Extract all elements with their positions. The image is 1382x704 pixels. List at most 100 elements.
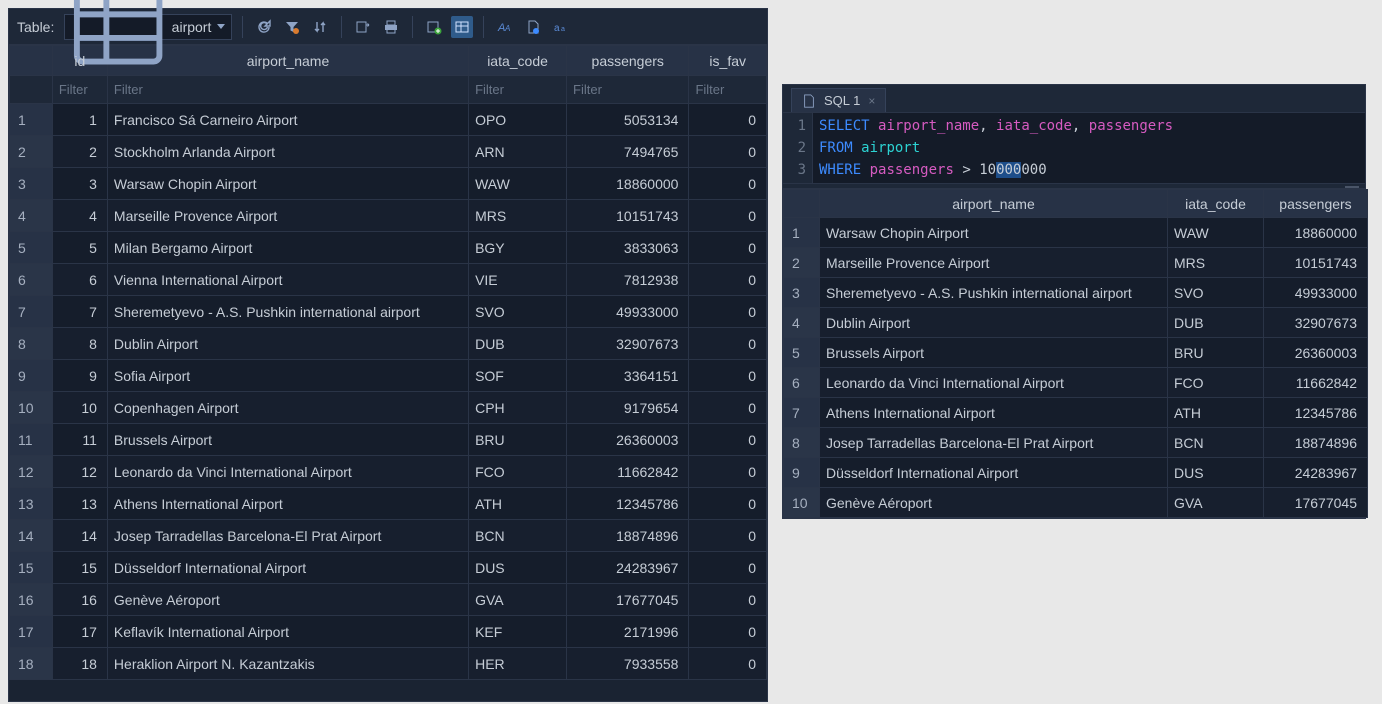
table-row[interactable]: 11Francisco Sá Carneiro AirportOPO505313… [10, 104, 767, 136]
result-grid[interactable]: airport_name iata_code passengers 1Warsa… [783, 189, 1368, 518]
cell-passengers[interactable]: 32907673 [1264, 308, 1368, 338]
cell-is-fav[interactable]: 0 [689, 552, 767, 584]
cell-id[interactable]: 16 [52, 584, 107, 616]
cell-is-fav[interactable]: 0 [689, 424, 767, 456]
row-number[interactable]: 1 [10, 104, 53, 136]
row-number[interactable]: 8 [10, 328, 53, 360]
table-row[interactable]: 1Warsaw Chopin AirportWAW18860000 [784, 218, 1368, 248]
col-header-iata-code[interactable]: iata_code [1168, 190, 1264, 218]
cell-passengers[interactable]: 49933000 [1264, 278, 1368, 308]
row-number[interactable]: 11 [10, 424, 53, 456]
table-selector[interactable]: airport [64, 14, 232, 40]
row-number[interactable]: 18 [10, 648, 53, 680]
row-number[interactable]: 14 [10, 520, 53, 552]
table-row[interactable]: 22Stockholm Arlanda AirportARN74947650 [10, 136, 767, 168]
cell-iata[interactable]: BRU [1168, 338, 1264, 368]
filter-id[interactable]: Filter [52, 76, 107, 104]
table-row[interactable]: 6Leonardo da Vinci International Airport… [784, 368, 1368, 398]
cell-airport-name[interactable]: Brussels Airport [107, 424, 468, 456]
sort-icon[interactable] [309, 16, 331, 38]
row-number[interactable]: 12 [10, 456, 53, 488]
cell-id[interactable]: 7 [52, 296, 107, 328]
cell-iata[interactable]: HER [469, 648, 567, 680]
cell-is-fav[interactable]: 0 [689, 392, 767, 424]
cell-iata[interactable]: BRU [469, 424, 567, 456]
cell-passengers[interactable]: 7933558 [567, 648, 689, 680]
cell-id[interactable]: 14 [52, 520, 107, 552]
cell-iata[interactable]: FCO [1168, 368, 1264, 398]
cell-airport-name[interactable]: Stockholm Arlanda Airport [107, 136, 468, 168]
tab-sql-1[interactable]: SQL 1 × [791, 88, 886, 112]
cell-iata[interactable]: KEF [469, 616, 567, 648]
cell-iata[interactable]: MRS [1168, 248, 1264, 278]
cell-is-fav[interactable]: 0 [689, 520, 767, 552]
row-number[interactable]: 3 [784, 278, 820, 308]
filter-pax[interactable]: Filter [567, 76, 689, 104]
cell-airport-name[interactable]: Marseille Provence Airport [820, 248, 1168, 278]
filter-iata[interactable]: Filter [469, 76, 567, 104]
cell-airport-name[interactable]: Josep Tarradellas Barcelona-El Prat Airp… [107, 520, 468, 552]
cell-is-fav[interactable]: 0 [689, 264, 767, 296]
row-number[interactable]: 15 [10, 552, 53, 584]
cell-iata[interactable]: ATH [1168, 398, 1264, 428]
row-number[interactable]: 13 [10, 488, 53, 520]
cell-passengers[interactable]: 9179654 [567, 392, 689, 424]
table-row[interactable]: 55Milan Bergamo AirportBGY38330630 [10, 232, 767, 264]
table-row[interactable]: 3Sheremetyevo - A.S. Pushkin internation… [784, 278, 1368, 308]
row-number[interactable]: 7 [784, 398, 820, 428]
row-number[interactable]: 16 [10, 584, 53, 616]
cell-airport-name[interactable]: Athens International Airport [107, 488, 468, 520]
cell-id[interactable]: 18 [52, 648, 107, 680]
cell-iata[interactable]: BCN [469, 520, 567, 552]
case-icon[interactable]: aa [550, 16, 572, 38]
table-row[interactable]: 1212Leonardo da Vinci International Airp… [10, 456, 767, 488]
cell-passengers[interactable]: 3364151 [567, 360, 689, 392]
cell-airport-name[interactable]: Copenhagen Airport [107, 392, 468, 424]
cell-iata[interactable]: BCN [1168, 428, 1264, 458]
row-number[interactable]: 9 [10, 360, 53, 392]
table-row[interactable]: 5Brussels AirportBRU26360003 [784, 338, 1368, 368]
cell-id[interactable]: 3 [52, 168, 107, 200]
cell-id[interactable]: 2 [52, 136, 107, 168]
refresh-icon[interactable] [253, 16, 275, 38]
cell-airport-name[interactable]: Josep Tarradellas Barcelona-El Prat Airp… [820, 428, 1168, 458]
row-number[interactable]: 4 [10, 200, 53, 232]
row-number[interactable]: 6 [10, 264, 53, 296]
cell-airport-name[interactable]: Dublin Airport [820, 308, 1168, 338]
row-number[interactable]: 3 [10, 168, 53, 200]
sql-editor[interactable]: 123 SELECT airport_name, iata_code, pass… [783, 113, 1365, 183]
cell-passengers[interactable]: 18874896 [1264, 428, 1368, 458]
filter-name[interactable]: Filter [107, 76, 468, 104]
cell-id[interactable]: 9 [52, 360, 107, 392]
table-row[interactable]: 99Sofia AirportSOF33641510 [10, 360, 767, 392]
table-row[interactable]: 66Vienna International AirportVIE7812938… [10, 264, 767, 296]
row-number[interactable]: 17 [10, 616, 53, 648]
row-number[interactable]: 10 [10, 392, 53, 424]
page-settings-icon[interactable] [522, 16, 544, 38]
cell-iata[interactable]: DUS [1168, 458, 1264, 488]
cell-airport-name[interactable]: Heraklion Airport N. Kazantzakis [107, 648, 468, 680]
col-header-passengers[interactable]: passengers [567, 46, 689, 76]
cell-airport-name[interactable]: Genève Aéroport [107, 584, 468, 616]
col-header-iata-code[interactable]: iata_code [469, 46, 567, 76]
cell-iata[interactable]: ARN [469, 136, 567, 168]
cell-is-fav[interactable]: 0 [689, 296, 767, 328]
row-number[interactable]: 4 [784, 308, 820, 338]
cell-passengers[interactable]: 49933000 [567, 296, 689, 328]
cell-iata[interactable]: SOF [469, 360, 567, 392]
table-row[interactable]: 33Warsaw Chopin AirportWAW188600000 [10, 168, 767, 200]
cell-iata[interactable]: WAW [1168, 218, 1264, 248]
cell-passengers[interactable]: 12345786 [1264, 398, 1368, 428]
cell-passengers[interactable]: 17677045 [1264, 488, 1368, 518]
row-number[interactable]: 9 [784, 458, 820, 488]
table-row[interactable]: 9Düsseldorf International AirportDUS2428… [784, 458, 1368, 488]
cell-passengers[interactable]: 24283967 [567, 552, 689, 584]
cell-passengers[interactable]: 32907673 [567, 328, 689, 360]
cell-is-fav[interactable]: 0 [689, 360, 767, 392]
cell-passengers[interactable]: 26360003 [567, 424, 689, 456]
cell-iata[interactable]: CPH [469, 392, 567, 424]
col-header-airport-name[interactable]: airport_name [820, 190, 1168, 218]
cell-airport-name[interactable]: Dublin Airport [107, 328, 468, 360]
cell-is-fav[interactable]: 0 [689, 328, 767, 360]
cell-airport-name[interactable]: Warsaw Chopin Airport [107, 168, 468, 200]
